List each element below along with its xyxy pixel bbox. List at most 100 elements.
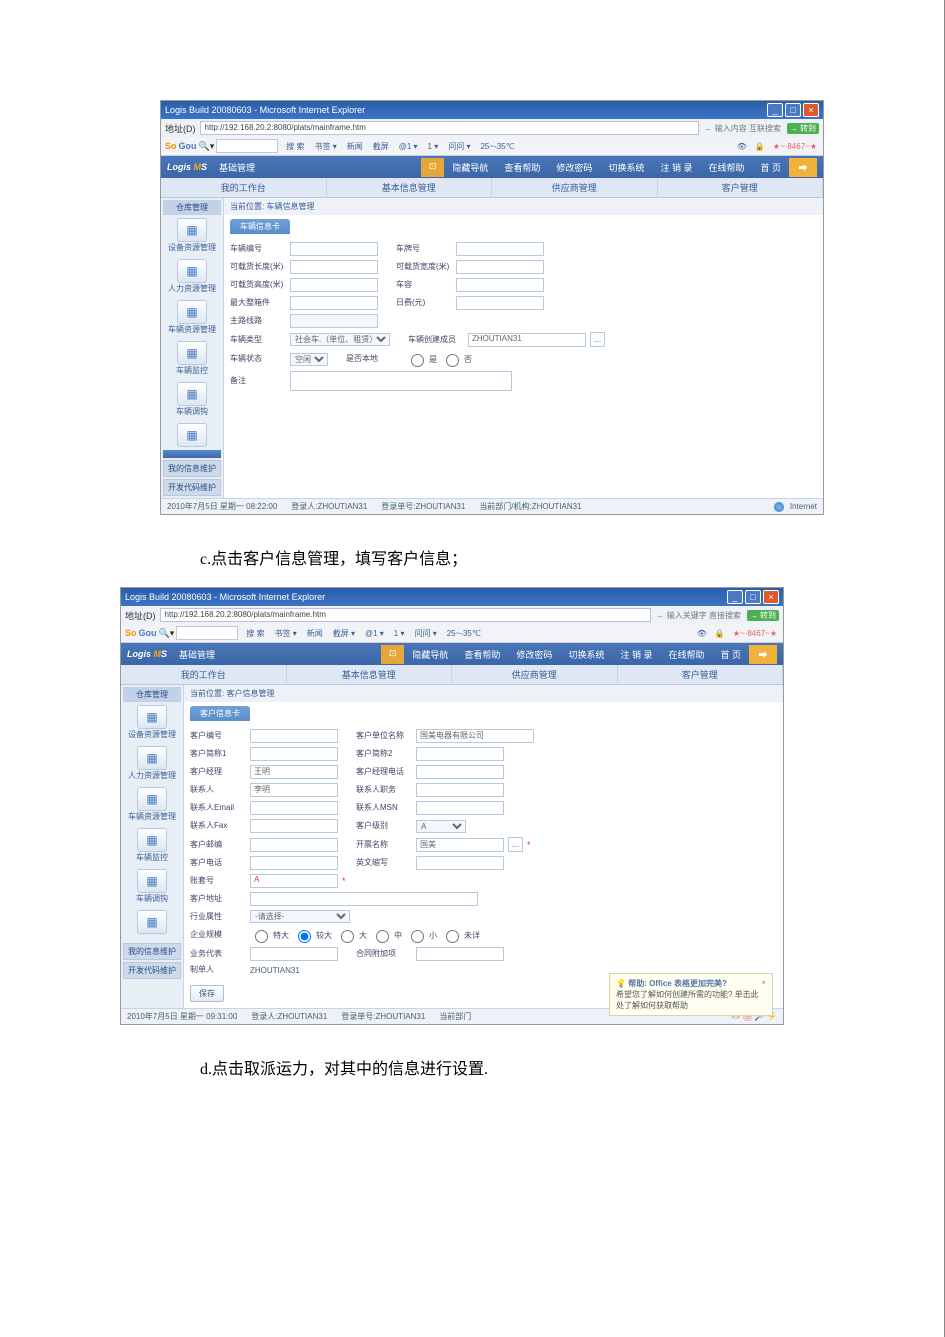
tool-weather[interactable]: 25~-35℃ (445, 629, 483, 638)
close-icon[interactable]: × (763, 590, 779, 604)
sidebar-top[interactable]: 仓库管理 (123, 687, 181, 702)
tab-customer[interactable]: 客户管理 (658, 178, 824, 197)
tool-screenshot[interactable]: 截屏 ▾ (331, 628, 357, 639)
scale-opt-4[interactable]: 小 (406, 927, 437, 943)
tab-basic-info[interactable]: 基本信息管理 (287, 665, 453, 684)
tab-workbench[interactable]: 我的工作台 (121, 665, 287, 684)
inp-contact[interactable]: 李明 (250, 783, 338, 797)
sel-nature[interactable]: -请选择- (250, 910, 350, 923)
inp-short2[interactable] (416, 747, 504, 761)
menu-password[interactable]: 修改密码 (548, 158, 600, 177)
sidebar-item-equipment[interactable]: 设备资源管理 (163, 215, 221, 256)
tool-bookmark[interactable]: 书签 ▾ (272, 628, 298, 639)
tab-workbench[interactable]: 我的工作台 (161, 178, 327, 197)
inp-bank[interactable]: 王明 (250, 765, 338, 779)
menu-exit-icon[interactable]: ⮕ (749, 645, 777, 664)
menu-help[interactable]: 查看帮助 (496, 158, 548, 177)
menu-help[interactable]: 查看帮助 (456, 645, 508, 664)
inp-pay[interactable]: 国美 (416, 838, 504, 852)
inp-cost[interactable] (456, 296, 544, 310)
tool-eye-icon[interactable]: 👁 (695, 629, 709, 638)
sidebar-item-equipment[interactable]: 设备资源管理 (123, 702, 181, 743)
inp-cert-h[interactable] (290, 278, 378, 292)
form-tab[interactable]: 客户信息卡 (190, 706, 250, 721)
minimize-icon[interactable]: _ (767, 103, 783, 117)
sel-level[interactable]: A (416, 820, 466, 833)
radio-yes[interactable]: 是 (406, 351, 437, 367)
tool-wenwen[interactable]: 问问 ▾ (412, 628, 438, 639)
inp-cust-name[interactable]: 国美电器有限公司 (416, 729, 534, 743)
sidebar-item-extra[interactable] (123, 907, 181, 937)
maximize-icon[interactable]: □ (785, 103, 801, 117)
tool-weather[interactable]: 25~-35℃ (478, 142, 516, 151)
sidebar-link-devcode[interactable]: 开发代码维护 (123, 962, 181, 979)
maximize-icon[interactable]: □ (745, 590, 761, 604)
go-button[interactable]: → 转到 (787, 123, 819, 134)
sidebar-link-devcode[interactable]: 开发代码维护 (163, 479, 221, 496)
sogou-input[interactable] (176, 626, 238, 640)
menu-password[interactable]: 修改密码 (508, 645, 560, 664)
sidebar-item-extra[interactable] (163, 420, 221, 450)
tab-basic-info[interactable]: 基本信息管理 (327, 178, 493, 197)
menu-online-help[interactable]: 在线帮助 (660, 645, 712, 664)
inp-max[interactable] (290, 296, 378, 310)
menu-logout[interactable]: 注 销 录 (652, 158, 700, 177)
scale-opt-0[interactable]: 特大 (250, 927, 289, 943)
sidebar-item-vehicle[interactable]: 车辆资源管理 (123, 784, 181, 825)
inp-note[interactable] (290, 371, 512, 391)
sidebar-top[interactable]: 仓库管理 (163, 200, 221, 215)
inp-mail[interactable] (250, 838, 338, 852)
inp-box[interactable] (456, 278, 544, 292)
pay-lookup-icon[interactable]: … (508, 837, 523, 852)
tool-rating[interactable]: ★~·8467~★ (731, 629, 779, 638)
tab-supplier[interactable]: 供应商管理 (492, 178, 658, 197)
inp-email[interactable] (250, 801, 338, 815)
menu-window-icon[interactable]: ⊡ (421, 158, 445, 177)
sogou-input[interactable] (216, 139, 278, 153)
menu-home[interactable]: 首 页 (752, 158, 789, 177)
address-input[interactable]: http://192.168.20.2:8080/plats/mainframe… (160, 608, 651, 622)
assist-close-icon[interactable]: × (761, 978, 766, 987)
menu-online-help[interactable]: 在线帮助 (700, 158, 752, 177)
tool-bookmark[interactable]: 书签 ▾ (312, 141, 338, 152)
menu-window-icon[interactable]: ⊡ (381, 645, 405, 664)
inp-route[interactable] (290, 314, 378, 328)
tool-search[interactable]: 搜 索 (244, 628, 266, 639)
address-input[interactable]: http://192.168.20.2:8080/plats/mainframe… (200, 121, 699, 135)
sidebar-item-dispatch[interactable]: 车辆调钩 (163, 379, 221, 420)
sidebar-item-monitor[interactable]: 车辆监控 (123, 825, 181, 866)
inp-ctel[interactable] (250, 856, 338, 870)
sidebar-item-dispatch[interactable]: 车辆调钩 (123, 866, 181, 907)
go-button[interactable]: → 转到 (747, 610, 779, 621)
inp-cert-width[interactable] (456, 260, 544, 274)
made-lookup-icon[interactable]: … (590, 332, 605, 347)
menu-logout[interactable]: 注 销 录 (612, 645, 660, 664)
tab-customer[interactable]: 客户管理 (618, 665, 784, 684)
menu-home[interactable]: 首 页 (712, 645, 749, 664)
tool-news[interactable]: 新闻 (345, 141, 365, 152)
sogou-search[interactable]: SoGou 🔍▾ (125, 626, 238, 640)
inp-en[interactable] (416, 856, 504, 870)
tool-mail[interactable]: @1 ▾ (397, 142, 420, 151)
menu-switch[interactable]: 切换系统 (560, 645, 612, 664)
sogou-search[interactable]: SoGou 🔍▾ (165, 139, 278, 153)
form-tab[interactable]: 车辆信息卡 (230, 219, 290, 234)
scale-opt-1[interactable]: 较大 (293, 927, 332, 943)
menu-switch[interactable]: 切换系统 (600, 158, 652, 177)
close-icon[interactable]: × (803, 103, 819, 117)
menu-exit-icon[interactable]: ⮕ (789, 158, 817, 177)
inp-acct[interactable]: A (250, 874, 338, 888)
tab-supplier[interactable]: 供应商管理 (452, 665, 618, 684)
inp-made[interactable]: ZHOUTIAN31 (468, 333, 586, 347)
tool-lock-icon[interactable]: 🔒 (753, 142, 767, 151)
tool-msg[interactable]: 1 ▾ (392, 629, 407, 638)
save-button[interactable]: 保存 (190, 985, 224, 1002)
sidebar-item-monitor[interactable]: 车辆监控 (163, 338, 221, 379)
sidebar-item-vehicle[interactable]: 车辆资源管理 (163, 297, 221, 338)
sel-status[interactable]: 空闲 (290, 353, 328, 366)
tool-mail[interactable]: @1 ▾ (363, 629, 386, 638)
tool-lock-icon[interactable]: 🔒 (713, 629, 727, 638)
tool-msg[interactable]: 1 ▾ (426, 142, 441, 151)
radio-no[interactable]: 否 (441, 351, 472, 367)
sel-type[interactable]: 社会车.（单位、租赁） (290, 333, 390, 346)
